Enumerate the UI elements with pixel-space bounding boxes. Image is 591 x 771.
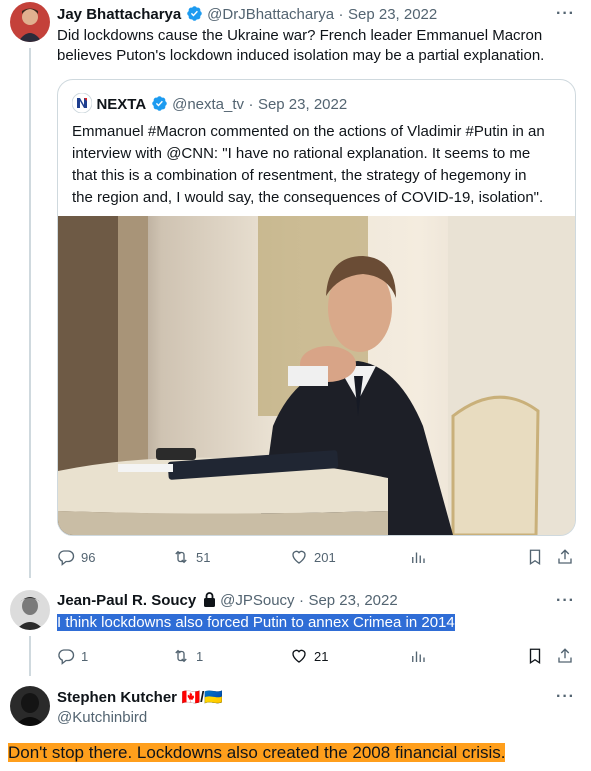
tweet-date[interactable]: Sep 23, 2022 (348, 6, 437, 23)
reply-button[interactable]: 96 (57, 548, 95, 566)
avatar-stephen[interactable] (10, 686, 50, 726)
verified-icon (151, 96, 167, 111)
repost-icon (175, 550, 187, 564)
more-options-button[interactable]: ··· (556, 592, 575, 610)
views-icon (412, 552, 425, 563)
author-handle[interactable]: @JPSoucy (220, 592, 294, 609)
author-handle[interactable]: @Kutchinbird (57, 709, 147, 726)
repost-icon (175, 649, 187, 663)
like-count: 21 (314, 648, 329, 664)
quote-photo[interactable] (58, 216, 575, 535)
nexta-logo-icon (71, 92, 93, 114)
tweet-header: Jay Bhattacharya @DrJBhattacharya · Sep … (57, 6, 438, 23)
lock-icon (203, 592, 215, 607)
tweet-header: Jean-Paul R. Soucy @JPSoucy · Sep 23, 20… (57, 592, 398, 609)
repost-count: 51 (196, 549, 211, 565)
like-count: 201 (314, 549, 336, 565)
reply-count: 96 (81, 549, 96, 565)
tweet-header: Stephen Kutcher 🇨🇦/🇺🇦 (57, 688, 223, 707)
views-button[interactable] (409, 647, 427, 665)
share-button[interactable] (556, 548, 574, 566)
repost-button[interactable]: 51 (172, 548, 210, 566)
quote-header: NEXTA @nexta_tv · Sep 23, 2022 (71, 92, 348, 114)
avatar-jay[interactable] (10, 2, 50, 42)
like-button[interactable]: 21 (290, 647, 328, 665)
reply-button[interactable]: 1 (57, 647, 88, 665)
author-name[interactable]: Stephen Kutcher (57, 689, 177, 706)
bookmark-icon (529, 549, 541, 566)
reply-count: 1 (81, 648, 89, 664)
tweet-text: Don't stop there. Lockdowns also created… (8, 743, 506, 762)
verified-icon (186, 6, 202, 21)
quote-date: Sep 23, 2022 (257, 96, 348, 113)
author-handle[interactable]: @DrJBhattacharya (207, 6, 334, 23)
views-button[interactable] (409, 548, 427, 566)
more-options-button[interactable]: ··· (556, 5, 575, 23)
more-options-button[interactable]: ··· (556, 688, 575, 706)
author-name[interactable]: Jay Bhattacharya (57, 6, 181, 23)
tweet-text: Did lockdowns cause the Ukraine war? Fre… (57, 27, 545, 64)
quote-text: Emmanuel #Macron commented on the action… (72, 123, 545, 206)
like-icon (292, 550, 306, 564)
share-icon (558, 648, 572, 663)
share-button[interactable] (556, 647, 574, 665)
reply-icon (58, 550, 75, 566)
tweet-text: I think lockdowns also forced Putin to a… (57, 614, 455, 631)
quoted-tweet[interactable]: NEXTA @nexta_tv · Sep 23, 2022 Emmanuel … (57, 79, 576, 536)
thread-line (29, 636, 31, 676)
views-icon (412, 651, 425, 662)
bookmark-icon (529, 648, 541, 665)
author-flags: 🇨🇦/🇺🇦 (181, 689, 223, 706)
reply-icon (58, 649, 75, 665)
quote-author-handle: @nexta_tv (172, 96, 245, 113)
like-icon (292, 649, 306, 663)
share-icon (558, 549, 572, 564)
thread-line (29, 48, 31, 578)
avatar-jean-paul[interactable] (10, 590, 50, 630)
quote-author-name[interactable]: NEXTA (96, 96, 146, 113)
author-name[interactable]: Jean-Paul R. Soucy (57, 592, 196, 609)
tweet-date[interactable]: Sep 23, 2022 (308, 592, 397, 609)
bookmark-button[interactable] (526, 548, 544, 566)
bookmark-button[interactable] (526, 647, 544, 665)
like-button[interactable]: 201 (290, 548, 336, 566)
repost-button[interactable]: 1 (172, 647, 203, 665)
repost-count: 1 (196, 648, 204, 664)
